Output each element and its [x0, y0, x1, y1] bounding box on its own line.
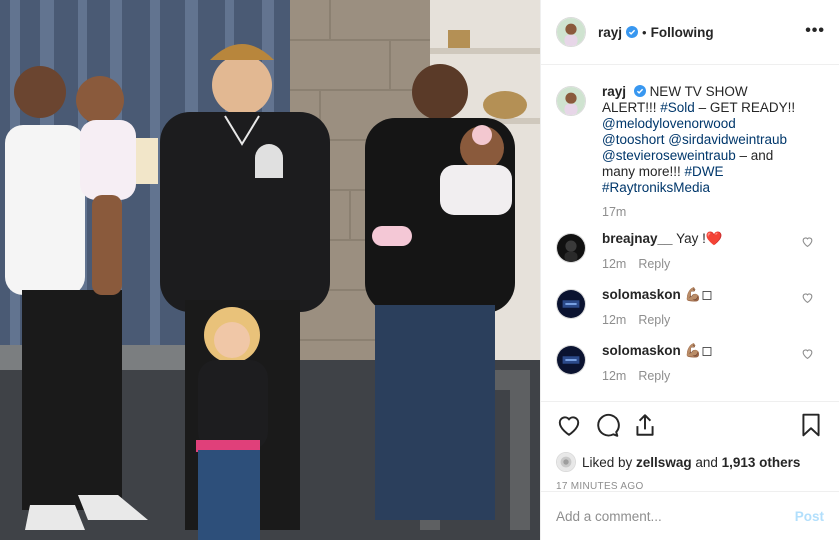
- hashtag-raytroniksmedia[interactable]: #RaytroniksMedia: [602, 180, 710, 195]
- mention-sirdavidweintraub[interactable]: @sirdavidweintraub: [668, 132, 787, 147]
- likes-count[interactable]: 1,913 others: [722, 455, 801, 470]
- reply-button[interactable]: Reply: [638, 257, 670, 271]
- comment-list[interactable]: rayj NEW TV SHOW ALERT!!! #Sold – GET RE…: [541, 66, 839, 401]
- add-comment-bar: Post: [541, 491, 839, 540]
- post-photo[interactable]: [0, 0, 540, 540]
- list-item: breajnay__ Yay !❤️ 12m Reply: [556, 231, 824, 271]
- hashtag-dwe[interactable]: #DWE: [685, 164, 724, 179]
- comment-input[interactable]: [556, 508, 795, 524]
- post-photo-illustration: [0, 0, 540, 540]
- comment-username[interactable]: solomaskon: [602, 287, 681, 302]
- following-button[interactable]: Following: [651, 25, 714, 40]
- verified-badge-icon: [633, 85, 646, 97]
- caption-text: rayj NEW TV SHOW ALERT!!! #Sold – GET RE…: [602, 84, 798, 196]
- likes-middle: and: [691, 454, 722, 470]
- separator-dot: •: [642, 24, 647, 40]
- comment-username[interactable]: solomaskon: [602, 343, 681, 358]
- comment-text: 💪🏽◻: [684, 287, 713, 302]
- post-author-username[interactable]: rayj: [598, 25, 622, 40]
- share-icon[interactable]: [632, 412, 658, 438]
- bookmark-icon[interactable]: [798, 412, 824, 438]
- heart-icon[interactable]: [801, 235, 814, 248]
- liked-by-user[interactable]: zellswag: [636, 455, 692, 470]
- list-item: solomaskon 💪🏽◻ 12m Reply: [556, 287, 824, 327]
- likes-prefix: Liked by: [582, 454, 637, 470]
- heart-icon[interactable]: [556, 412, 582, 438]
- avatar[interactable]: [556, 17, 586, 47]
- comment-icon[interactable]: [594, 412, 620, 438]
- post-side-panel: rayj • Following ••• rayj NEW TV SHOW AL…: [540, 0, 839, 540]
- mention-tooshort[interactable]: @tooshort: [602, 132, 664, 147]
- verified-badge-icon: [626, 26, 639, 38]
- avatar[interactable]: [556, 233, 586, 263]
- comment-text: 💪🏽◻: [684, 343, 713, 358]
- reply-button[interactable]: Reply: [638, 313, 670, 327]
- avatar[interactable]: [556, 345, 586, 375]
- comment-text: Yay !❤️: [676, 231, 723, 246]
- reply-button[interactable]: Reply: [638, 369, 670, 383]
- comment-time[interactable]: 12m: [602, 257, 626, 271]
- caption-body-2: – GET READY!!: [694, 100, 796, 115]
- list-item: solomaskon 💪🏽◻ 12m Reply: [556, 343, 824, 383]
- post-header: rayj • Following •••: [541, 0, 839, 65]
- comment-username[interactable]: breajnay__: [602, 231, 673, 246]
- avatar[interactable]: [556, 452, 576, 472]
- comment-time[interactable]: 12m: [602, 313, 626, 327]
- caption-username[interactable]: rayj: [602, 84, 626, 99]
- avatar[interactable]: [556, 86, 586, 116]
- hashtag-sold[interactable]: #Sold: [660, 100, 695, 115]
- post-actions: Liked by zellswag and 1,913 others 17 MI…: [541, 401, 839, 492]
- heart-icon[interactable]: [801, 347, 814, 360]
- comment-time[interactable]: 12m: [602, 369, 626, 383]
- post-button[interactable]: Post: [795, 509, 824, 524]
- mention-melodylovenorwood[interactable]: @melodylovenorwood: [602, 116, 736, 131]
- caption: rayj NEW TV SHOW ALERT!!! #Sold – GET RE…: [556, 84, 824, 219]
- likes-summary[interactable]: Liked by zellswag and 1,913 others: [556, 452, 824, 472]
- avatar[interactable]: [556, 289, 586, 319]
- mention-stevieroseweintraub[interactable]: @stevieroseweintraub: [602, 148, 736, 163]
- caption-time[interactable]: 17m: [602, 205, 626, 219]
- more-options-icon[interactable]: •••: [805, 22, 825, 40]
- heart-icon[interactable]: [801, 291, 814, 304]
